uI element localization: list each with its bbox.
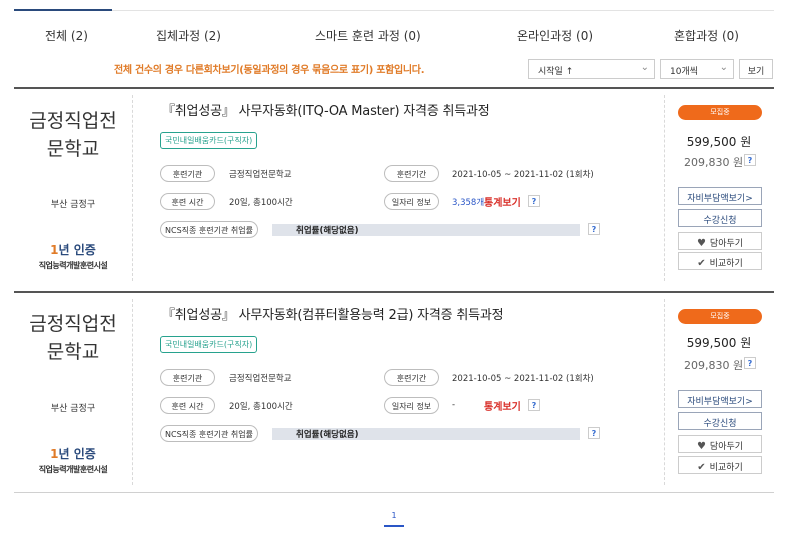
active-tab-indicator [14, 9, 112, 11]
help-icon[interactable]: ? [528, 399, 540, 411]
status-badge: 모집중 [678, 309, 762, 324]
compare-button[interactable]: ✔ 비교하기 [678, 252, 762, 270]
label-training-period: 훈련기간 [384, 369, 439, 386]
label-training-org: 훈련기관 [160, 165, 215, 182]
label-training-time: 훈련 시간 [160, 193, 215, 210]
course-price: 599,500 원 [686, 135, 752, 149]
job-count-value[interactable]: 3,358개 [452, 196, 484, 208]
training-org-value: 금정직업전문학교 [229, 374, 292, 384]
label-ncs-employment: NCS직종 훈련기관 취업률 [160, 425, 258, 442]
course-card: 금정직업전 문학교 부산 금정구 1년 인증 직업능력개발훈련시설 『취업성공』… [14, 87, 774, 287]
help-icon[interactable]: ? [528, 195, 540, 207]
label-training-time: 훈련 시간 [160, 397, 215, 414]
employment-rate-value: 취업률(해당없음) [296, 226, 359, 236]
chevron-down-icon: ⌄ [719, 62, 728, 73]
apply-button[interactable]: 수강신청 [678, 412, 762, 430]
stats-link[interactable]: 통계보기 [484, 398, 521, 413]
status-badge: 모집중 [678, 105, 762, 120]
help-icon[interactable]: ? [744, 154, 756, 166]
self-pay-button[interactable]: 자비부담액보기> [678, 187, 762, 205]
certification-caption: 직업능력개발훈련시설 [38, 261, 108, 270]
course-price: 599,500 원 [686, 336, 752, 350]
current-page-indicator [384, 525, 404, 527]
tab-online[interactable]: 온라인과정 (0) [517, 27, 593, 44]
certified-icon: 1년 인증 [50, 447, 96, 461]
certification-caption: 직업능력개발훈련시설 [38, 465, 108, 474]
training-period-value: 2021-10-05 ~ 2021-11-02 (1회차) [452, 374, 594, 384]
help-icon[interactable]: ? [588, 223, 600, 235]
compare-button[interactable]: ✔ 비교하기 [678, 456, 762, 474]
label-job-info: 일자리 정보 [384, 397, 439, 414]
help-icon[interactable]: ? [744, 357, 756, 369]
heart-icon: ♥ [696, 441, 706, 452]
course-type-tabs: 전체 (2) 집체과정 (2) 스마트 훈련 과정 (0) 온라인과정 (0) … [14, 9, 774, 50]
wishlist-button[interactable]: ♥ 담아두기 [678, 232, 762, 250]
column-divider [664, 95, 665, 281]
self-pay-button[interactable]: 자비부담액보기> [678, 390, 762, 408]
label-ncs-employment: NCS직종 훈련기관 취업률 [160, 221, 258, 238]
chevron-down-icon: ⌄ [640, 62, 649, 73]
pagination-page-1[interactable]: 1 [384, 511, 404, 520]
course-title[interactable]: 『취업성공』 사무자동화(컴퓨터활용능력 2급) 자격증 취득과정 [162, 304, 504, 323]
training-time-value: 20일, 총100시간 [229, 402, 293, 412]
column-divider [664, 299, 665, 485]
org-name-line2[interactable]: 문학교 [14, 134, 132, 164]
column-divider [132, 299, 133, 485]
view-button[interactable]: 보기 [739, 59, 773, 79]
certification-mark: 1년 인증 직업능력개발훈련시설 [14, 445, 132, 475]
wishlist-button[interactable]: ♥ 담아두기 [678, 435, 762, 453]
employment-rate-value: 취업률(해당없음) [296, 430, 359, 440]
per-page-select[interactable]: 10개씩 ⌄ [660, 59, 734, 79]
column-divider [132, 95, 133, 281]
self-pay-price: 209,830 원 [684, 156, 744, 169]
region-text: 부산 금정구 [50, 200, 96, 210]
count-notice: 전체 건수의 경우 다른회차보기(동일과정의 경우 묶음으로 표기) 포함입니다… [114, 65, 425, 76]
training-period-value: 2021-10-05 ~ 2021-11-02 (1회차) [452, 170, 594, 180]
sort-select[interactable]: 시작일 ↑ ⌄ [528, 59, 655, 79]
course-card: 금정직업전 문학교 부산 금정구 1년 인증 직업능력개발훈련시설 『취업성공』… [14, 291, 774, 491]
org-name-line1[interactable]: 금정직업전 [14, 309, 132, 339]
job-count-value: - [452, 400, 456, 410]
tab-blended[interactable]: 혼합과정 (0) [674, 27, 739, 44]
training-time-value: 20일, 총100시간 [229, 198, 293, 208]
org-name-line2[interactable]: 문학교 [14, 337, 132, 367]
stats-link[interactable]: 통계보기 [484, 194, 521, 209]
card-type-tag: 국민내일배움카드(구직자) [160, 336, 258, 353]
course-title[interactable]: 『취업성공』 사무자동화(ITQ-OA Master) 자격증 취득과정 [162, 100, 490, 119]
help-icon[interactable]: ? [588, 427, 600, 439]
training-org-value: 금정직업전문학교 [229, 170, 292, 180]
label-training-org: 훈련기관 [160, 369, 215, 386]
tab-smart-training[interactable]: 스마트 훈련 과정 (0) [315, 27, 421, 44]
card-divider [14, 291, 774, 293]
check-icon: ✔ [697, 462, 706, 473]
tab-classroom[interactable]: 집체과정 (2) [156, 27, 221, 44]
certified-icon: 1년 인증 [50, 243, 96, 257]
list-bottom-divider [14, 492, 774, 493]
label-training-period: 훈련기간 [384, 165, 439, 182]
card-type-tag: 국민내일배움카드(구직자) [160, 132, 258, 149]
region-text: 부산 금정구 [50, 404, 96, 414]
heart-icon: ♥ [696, 238, 706, 249]
check-icon: ✔ [697, 258, 706, 269]
org-name-line1[interactable]: 금정직업전 [14, 106, 132, 136]
card-divider [14, 87, 774, 89]
tab-all[interactable]: 전체 (2) [45, 27, 88, 44]
per-page-selected-value: 10개씩 [670, 67, 699, 77]
self-pay-price: 209,830 원 [684, 359, 744, 372]
certification-mark: 1년 인증 직업능력개발훈련시설 [14, 241, 132, 271]
label-job-info: 일자리 정보 [384, 193, 439, 210]
apply-button[interactable]: 수강신청 [678, 209, 762, 227]
sort-selected-value: 시작일 ↑ [538, 67, 574, 77]
